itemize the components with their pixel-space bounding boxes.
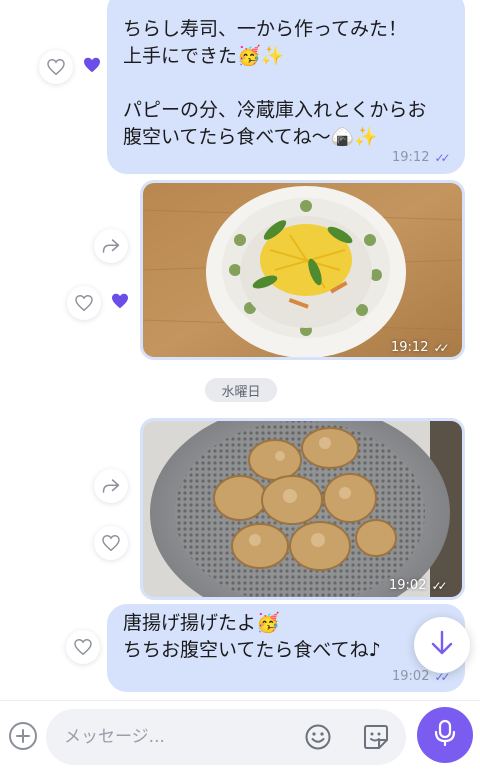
heart-icon[interactable] (39, 50, 73, 84)
heart-icon[interactable] (67, 286, 101, 320)
photo-message-chirashi[interactable]: 19:12 ✓✓ (140, 180, 465, 360)
reactions-1 (39, 50, 101, 84)
heart-icon[interactable] (66, 630, 100, 664)
message-bubble-1[interactable]: ちらし寿司、一から作ってみた！ 上手にできた🥳✨ パピーの分、冷蔵庫入れとくから… (107, 0, 465, 174)
double-check-icon: ✓✓ (431, 578, 447, 593)
plus-icon[interactable] (9, 722, 37, 750)
forward-icon[interactable] (94, 229, 128, 263)
message-text-4: 唐揚げ揚げたよ🥳 ちちお腹空いてたら食べてね♪ (123, 612, 381, 661)
day-separator: 水曜日 (205, 378, 277, 402)
double-check-icon: ✓✓ (433, 340, 449, 355)
double-check-icon: ✓✓ (434, 150, 450, 165)
sticker-icon[interactable] (362, 723, 390, 755)
forward-icon[interactable] (94, 469, 128, 503)
message-text-1: ちらし寿司、一から作ってみた！ 上手にできた🥳✨ パピーの分、冷蔵庫入れとくから… (123, 18, 427, 148)
karaage-photo (143, 421, 462, 597)
photo-timestamp-2: 19:02 ✓✓ (389, 578, 448, 593)
photo-message-karaage[interactable]: 19:02 ✓✓ (140, 418, 465, 600)
microphone-button[interactable] (417, 707, 473, 763)
message-bubble-4[interactable]: 唐揚げ揚げたよ🥳 ちちお腹空いてたら食べてね♪ 19:02 ✓✓ (107, 604, 465, 692)
photo-timestamp-1: 19:12 ✓✓ (391, 340, 450, 355)
scroll-to-bottom-button[interactable] (414, 617, 470, 673)
heart-filled-icon (111, 293, 129, 313)
arrow-down-icon (430, 630, 454, 660)
message-input[interactable] (64, 723, 294, 751)
message-timestamp-1: 19:12 ✓✓ (392, 150, 451, 165)
smiley-icon[interactable] (304, 723, 332, 755)
message-composer (0, 700, 480, 775)
heart-icon[interactable] (94, 526, 128, 560)
chirashi-sushi-photo (143, 183, 462, 357)
heart-filled-icon (83, 57, 101, 77)
message-input-container[interactable] (46, 709, 406, 765)
microphone-icon (434, 719, 456, 751)
chat-area[interactable]: ちらし寿司、一から作ってみた！ 上手にできた🥳✨ パピーの分、冷蔵庫入れとくから… (0, 0, 480, 700)
reactions-2 (67, 286, 129, 320)
